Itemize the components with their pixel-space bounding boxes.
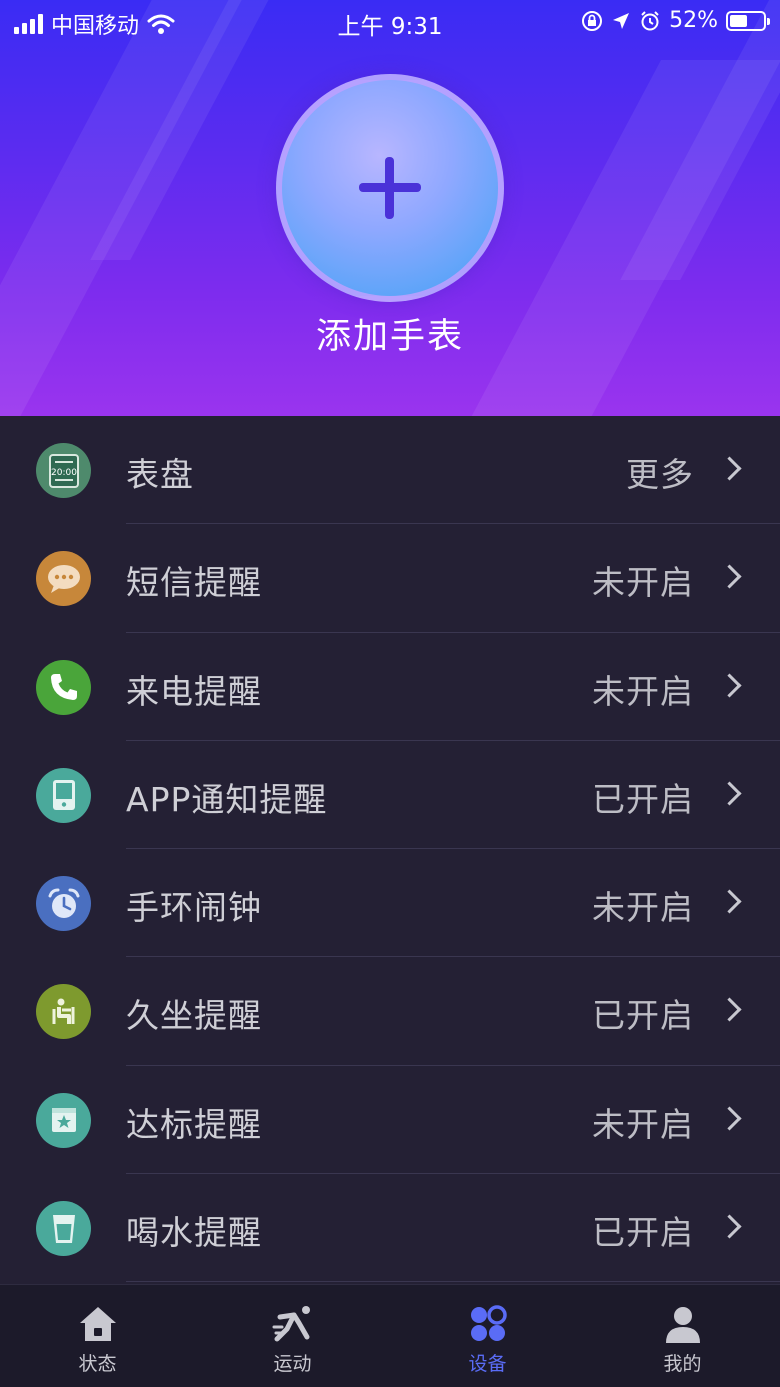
divider: [126, 1281, 780, 1283]
tab-label: 运动: [273, 1353, 312, 1375]
rotation-lock-icon: [582, 10, 603, 31]
list-item-water-reminder[interactable]: 喝水提醒 已开启: [0, 1174, 780, 1283]
list-item-goal-reminder[interactable]: 达标提醒 未开启: [0, 1066, 780, 1175]
status-bar: 中国移动 上午 9:31 52%: [0, 0, 780, 44]
app-notification-icon: [36, 767, 91, 823]
watch-face-icon: 20:00: [36, 443, 91, 498]
home-icon: [79, 1307, 116, 1341]
chevron-right-icon: [717, 997, 742, 1023]
list-item-value: 已开启: [592, 1213, 694, 1253]
tab-label: 设备: [468, 1353, 507, 1375]
list-item-app-notification[interactable]: APP通知提醒 已开启: [0, 741, 780, 850]
list-item-label: 短信提醒: [126, 563, 262, 603]
list-item-value: 未开启: [592, 671, 694, 711]
running-icon: [272, 1306, 310, 1342]
profile-icon: [665, 1307, 700, 1343]
header-banner: 中国移动 上午 9:31 52% 添加手表: [0, 0, 780, 416]
battery-percent: 52%: [669, 8, 718, 33]
list-item-label: 手环闹钟: [126, 888, 262, 928]
list-item-label: 表盘: [126, 455, 194, 494]
list-item-value: 未开启: [592, 1104, 694, 1144]
tab-label: 状态: [78, 1353, 117, 1375]
battery-icon: [726, 10, 770, 31]
list-item-label: 来电提醒: [126, 671, 262, 711]
list-item-band-alarm[interactable]: 手环闹钟 未开启: [0, 849, 780, 958]
tab-bar: 状态 运动 设备 我的: [0, 1284, 780, 1387]
alarm-clock-icon: [36, 876, 91, 932]
list-item-label: 达标提醒: [126, 1104, 262, 1144]
sedentary-icon: [36, 984, 91, 1040]
chevron-right-icon: [717, 889, 742, 914]
list-item-value: 已开启: [592, 996, 694, 1036]
water-cup-icon: [36, 1201, 91, 1257]
plus-icon: [359, 157, 421, 219]
list-item-label: 久坐提醒: [126, 996, 262, 1036]
chevron-right-icon: [717, 781, 742, 806]
alarm-status-icon: [641, 10, 659, 30]
location-arrow-icon: [613, 12, 630, 29]
list-item-call-reminder[interactable]: 来电提醒 未开启: [0, 633, 780, 741]
tab-sport[interactable]: 运动: [195, 1285, 390, 1387]
add-watch-button[interactable]: [276, 74, 504, 302]
list-item-value: 未开启: [592, 888, 694, 928]
list-item-sedentary-reminder[interactable]: 久坐提醒 已开启: [0, 957, 780, 1066]
chevron-right-icon: [717, 1106, 742, 1131]
list-item-sms-reminder[interactable]: 短信提醒 未开启: [0, 524, 780, 633]
message-icon: [36, 551, 91, 607]
phone-icon: [36, 659, 91, 715]
chevron-right-icon: [717, 564, 742, 589]
tab-mine[interactable]: 我的: [585, 1285, 780, 1387]
list-item-value: 未开启: [592, 563, 694, 603]
chevron-right-icon: [717, 673, 742, 698]
chevron-right-icon: [717, 1214, 742, 1239]
tab-status[interactable]: 状态: [0, 1285, 195, 1387]
chevron-right-icon: [717, 456, 742, 481]
goal-icon: [36, 1092, 91, 1148]
settings-list: 20:00 表盘 更多 短信提醒 未开启 来电提醒 未开启 APP通知提醒 已开…: [0, 416, 780, 1283]
list-item-label: 喝水提醒: [126, 1213, 262, 1253]
list-item-label: APP通知提醒: [126, 779, 328, 819]
add-watch-label[interactable]: 添加手表: [0, 308, 780, 359]
list-item-watch-face[interactable]: 20:00 表盘 更多: [0, 416, 780, 525]
watch-face-time: 20:00: [51, 468, 77, 478]
list-item-value: 已开启: [592, 779, 694, 819]
tab-label: 我的: [663, 1353, 702, 1375]
device-grid-icon: [470, 1305, 507, 1341]
list-item-value: 更多: [626, 455, 694, 494]
tab-device[interactable]: 设备: [390, 1285, 585, 1387]
